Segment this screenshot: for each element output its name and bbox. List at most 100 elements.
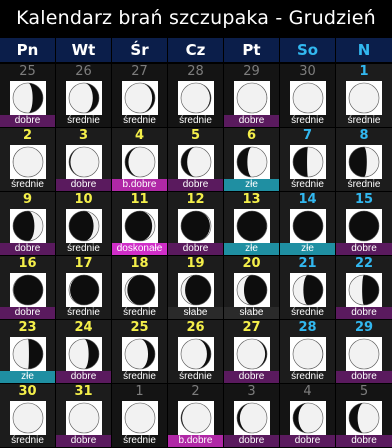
bite-quality-label: dobre xyxy=(224,435,279,447)
calendar-day-cell[interactable]: 4 dobre xyxy=(280,384,335,447)
day-number: 30 xyxy=(18,384,37,399)
moon-phase-icon xyxy=(9,145,46,179)
calendar-day-cell[interactable]: 20 słabe xyxy=(224,256,279,319)
calendar-day-cell[interactable]: 3 dobre xyxy=(56,128,111,191)
calendar-day-cell[interactable]: 11 doskonałe xyxy=(112,192,167,255)
calendar-day-cell[interactable]: 30 średnie xyxy=(280,64,335,127)
day-number: 26 xyxy=(186,320,205,335)
calendar-day-cell[interactable]: 29 dobre xyxy=(224,64,279,127)
calendar-day-cell[interactable]: 29 dobre xyxy=(336,320,392,383)
calendar-day-cell[interactable]: 6 złe xyxy=(224,128,279,191)
calendar-day-cell[interactable]: 24 dobre xyxy=(56,320,111,383)
calendar-day-cell[interactable]: 21 średnie xyxy=(280,256,335,319)
calendar-day-cell[interactable]: 3 dobre xyxy=(224,384,279,447)
calendar-day-cell[interactable]: 15 dobre xyxy=(336,192,392,255)
bite-quality-label: średnie xyxy=(123,115,156,126)
calendar-day-cell[interactable]: 26 średnie xyxy=(168,320,223,383)
calendar-day-cell[interactable]: 28 średnie xyxy=(280,320,335,383)
calendar-day-cell[interactable]: 5 dobre xyxy=(336,384,392,447)
bite-quality-label: dobre xyxy=(280,435,335,447)
calendar-day-cell[interactable]: 1 średnie xyxy=(112,384,167,447)
calendar-day-cell[interactable]: 2 b.dobre xyxy=(168,384,223,447)
day-number: 17 xyxy=(74,256,93,271)
bite-quality-label: średnie xyxy=(347,115,381,126)
day-number: 4 xyxy=(134,128,145,143)
day-number: 16 xyxy=(18,256,37,271)
moon-phase-icon xyxy=(65,209,102,243)
moon-phase-icon xyxy=(346,401,382,435)
day-number: 13 xyxy=(242,192,261,207)
day-number: 3 xyxy=(247,384,256,399)
bite-quality-label: dobre xyxy=(336,243,392,255)
bite-quality-label: dobre xyxy=(56,179,111,191)
bite-quality-label: dobre xyxy=(0,243,55,255)
bite-quality-label: średnie xyxy=(291,371,324,382)
day-number: 27 xyxy=(131,64,148,79)
calendar-day-cell[interactable]: 17 średnie xyxy=(56,256,111,319)
calendar-day-cell[interactable]: 8 średnie xyxy=(336,128,392,191)
calendar-day-cell[interactable]: 2 średnie xyxy=(0,128,55,191)
bite-quality-label: złe xyxy=(224,243,279,255)
bite-quality-label: dobre xyxy=(168,243,223,255)
weekday-header: Pn Wt Śr Cz Pt So N xyxy=(0,38,392,62)
calendar-day-cell[interactable]: 22 dobre xyxy=(336,256,392,319)
calendar-day-cell[interactable]: 25 dobre xyxy=(0,64,55,127)
calendar-day-cell[interactable]: 13 złe xyxy=(224,192,279,255)
day-number: 20 xyxy=(242,256,261,271)
day-number: 26 xyxy=(75,64,92,79)
calendar-day-cell[interactable]: 16 dobre xyxy=(0,256,55,319)
calendar-day-cell[interactable]: 19 słabe xyxy=(168,256,223,319)
calendar-day-cell[interactable]: 27 dobre xyxy=(224,320,279,383)
day-number: 28 xyxy=(298,320,317,335)
moon-phase-icon xyxy=(233,81,270,115)
calendar-day-cell[interactable]: 9 dobre xyxy=(0,192,55,255)
calendar-day-cell[interactable]: 4 b.dobre xyxy=(112,128,167,191)
bite-quality-label: doskonałe xyxy=(112,243,167,255)
moon-phase-icon xyxy=(177,337,214,371)
calendar-day-cell[interactable]: 1 średnie xyxy=(336,64,392,127)
calendar-day-cell[interactable]: 10 średnie xyxy=(56,192,111,255)
calendar-day-cell[interactable]: 5 dobre xyxy=(168,128,223,191)
bite-quality-label: średnie xyxy=(67,115,100,126)
bite-quality-label: średnie xyxy=(179,115,212,126)
day-number: 7 xyxy=(302,128,313,143)
day-number: 10 xyxy=(74,192,93,207)
day-number: 29 xyxy=(243,64,260,79)
calendar-day-cell[interactable]: 30 średnie xyxy=(0,384,55,447)
calendar-day-cell[interactable]: 26 średnie xyxy=(56,64,111,127)
calendar-day-cell[interactable]: 7 średnie xyxy=(280,128,335,191)
calendar-day-cell[interactable]: 23 złe xyxy=(0,320,55,383)
moon-phase-icon xyxy=(289,145,326,179)
moon-phase-icon xyxy=(346,145,382,179)
calendar-day-cell[interactable]: 27 średnie xyxy=(112,64,167,127)
calendar-day-cell[interactable]: 28 średnie xyxy=(168,64,223,127)
calendar-day-cell[interactable]: 31 dobre xyxy=(56,384,111,447)
bite-quality-label: b.dobre xyxy=(168,435,223,447)
day-number: 15 xyxy=(354,192,374,207)
bite-quality-label: dobre xyxy=(336,435,392,447)
bite-quality-label: dobre xyxy=(56,435,111,447)
moon-phase-icon xyxy=(65,337,102,371)
moon-phase-icon xyxy=(9,209,46,243)
calendar-day-cell[interactable]: 12 dobre xyxy=(168,192,223,255)
day-number: 28 xyxy=(187,64,204,79)
day-number: 1 xyxy=(135,384,144,399)
bite-quality-label: złe xyxy=(224,179,279,191)
bite-quality-label: średnie xyxy=(179,371,212,382)
day-number: 5 xyxy=(190,128,201,143)
moon-phase-icon xyxy=(65,273,102,307)
bite-quality-label: dobre xyxy=(336,307,392,319)
day-number: 2 xyxy=(22,128,33,143)
bite-quality-label: dobre xyxy=(168,179,223,191)
moon-phase-icon xyxy=(65,145,102,179)
weekday-header-cell: Śr xyxy=(112,38,167,62)
calendar-day-cell[interactable]: 25 średnie xyxy=(112,320,167,383)
moon-phase-icon xyxy=(233,401,270,435)
calendar-day-cell[interactable]: 18 średnie xyxy=(112,256,167,319)
calendar-week-row: 9 dobre 10 średnie 11 doskonałe 12 dobre 13 złe 14… xyxy=(0,192,392,255)
bite-quality-label: złe xyxy=(280,243,335,255)
day-number: 21 xyxy=(298,256,317,271)
bite-quality-label: średnie xyxy=(291,307,324,318)
calendar-day-cell[interactable]: 14 złe xyxy=(280,192,335,255)
day-number: 22 xyxy=(354,256,374,271)
